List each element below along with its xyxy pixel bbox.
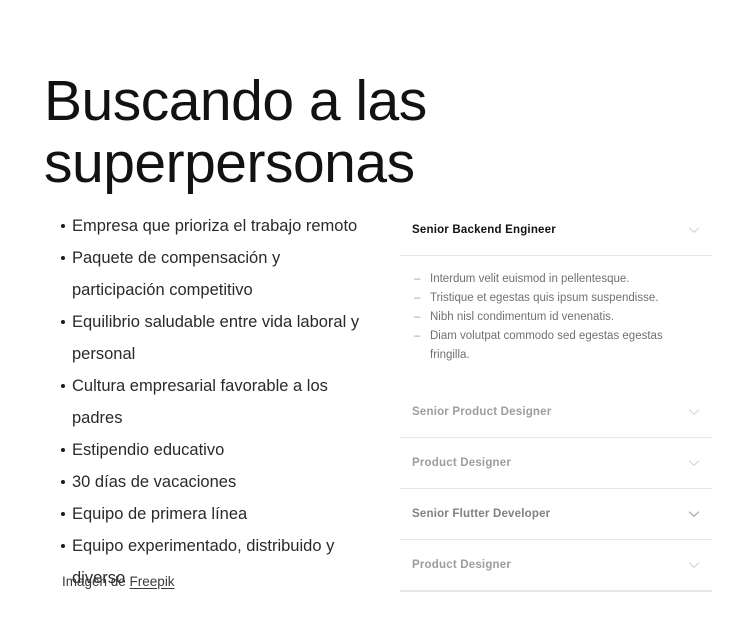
accordion-item: Product Designer — [400, 438, 712, 489]
accordion-title: Senior Backend Engineer — [412, 224, 556, 236]
accordion-item: Senior Product Designer — [400, 387, 712, 438]
landing-page: Buscando a las superpersonas Empresa que… — [0, 0, 750, 627]
accordion-body-item-label: Nibh nisl condimentum id venenatis. — [430, 311, 615, 323]
accordion-item: Senior Backend Engineer – Interdum velit e… — [400, 205, 712, 387]
dash-icon: – — [414, 273, 421, 285]
chevron-down-icon[interactable] — [686, 455, 702, 471]
accordion-item: Senior Flutter Developer — [400, 489, 712, 540]
accordion-body-item: – Nibh nisl condimentum id venenatis. — [414, 308, 702, 327]
accordion-header[interactable]: Product Designer — [400, 540, 712, 590]
accordion-body-item-label: Tristique et egestas quis ipsum suspendi… — [430, 292, 659, 304]
accordion-header[interactable]: Product Designer — [400, 438, 712, 488]
benefit-item-label: Equipo de primera línea — [72, 505, 248, 523]
image-credit-prefix: Imagen de — [62, 574, 130, 589]
benefit-item: Equilibrio saludable entre vida laboral … — [44, 306, 374, 370]
dash-icon: – — [414, 311, 421, 323]
benefits-list: Empresa que prioriza el trabajo remoto Pa… — [44, 210, 374, 594]
benefit-item-label: Cultura empresarial favorable a los padr… — [72, 377, 328, 427]
bullet-icon — [61, 224, 65, 228]
bullet-icon — [61, 448, 65, 452]
accordion-header[interactable]: Senior Product Designer — [400, 387, 712, 437]
accordion-body-item: – Interdum velit euismod in pellentesque. — [414, 270, 702, 289]
benefit-item: 30 días de vacaciones — [44, 466, 374, 498]
accordion-header[interactable]: Senior Flutter Developer — [400, 489, 712, 539]
benefit-item-label: Estipendio educativo — [72, 441, 225, 459]
accordion-title: Product Designer — [412, 559, 512, 571]
benefit-item: Cultura empresarial favorable a los padr… — [44, 370, 374, 434]
benefit-item-label: Empresa que prioriza el trabajo remoto — [72, 217, 358, 235]
benefit-item: Empresa que prioriza el trabajo remoto — [44, 210, 374, 242]
benefit-item: Paquete de compensación y participación … — [44, 242, 374, 306]
bullet-icon — [61, 512, 65, 516]
accordion-divider — [400, 590, 712, 591]
accordion-title: Senior Product Designer — [412, 406, 552, 418]
accordion-title: Senior Flutter Developer — [412, 508, 551, 520]
accordion-body: – Interdum velit euismod in pellentesque.… — [400, 256, 712, 387]
freepik-link[interactable]: Freepik — [130, 574, 175, 589]
dash-icon: – — [414, 330, 421, 342]
dash-icon: – — [414, 292, 421, 304]
benefit-item-label: Paquete de compensación y participación … — [72, 249, 281, 299]
chevron-down-icon[interactable] — [686, 506, 702, 522]
accordion-body-item-label: Interdum velit euismod in pellentesque. — [430, 273, 630, 285]
chevron-down-icon[interactable] — [686, 222, 702, 238]
accordion-body-item: – Diam volutpat commodo sed egestas egest… — [414, 327, 702, 365]
accordion-header[interactable]: Senior Backend Engineer — [400, 205, 712, 255]
benefit-item: Equipo de primera línea — [44, 498, 374, 530]
bullet-icon — [61, 544, 65, 548]
job-openings-accordion: Senior Backend Engineer – Interdum velit e… — [400, 205, 712, 592]
benefit-item: Estipendio educativo — [44, 434, 374, 466]
chevron-down-icon[interactable] — [686, 557, 702, 573]
accordion-title: Product Designer — [412, 457, 512, 469]
accordion-item: Product Designer — [400, 540, 712, 591]
accordion-body-item-label: Diam volutpat commodo sed egestas egesta… — [430, 330, 663, 361]
accordion-body-item: – Tristique et egestas quis ipsum suspend… — [414, 289, 702, 308]
accordion-divider — [400, 591, 712, 592]
benefit-item-label: Equilibrio saludable entre vida laboral … — [72, 313, 360, 363]
page-title: Buscando a las superpersonas — [44, 69, 427, 196]
image-credit: Imagen de Freepik — [62, 573, 175, 591]
bullet-icon — [61, 384, 65, 388]
bullet-icon — [61, 320, 65, 324]
bullet-icon — [61, 256, 65, 260]
bullet-icon — [61, 480, 65, 484]
benefit-item-label: 30 días de vacaciones — [72, 473, 237, 491]
accordion-body-list: – Interdum velit euismod in pellentesque.… — [414, 270, 702, 365]
chevron-down-icon[interactable] — [686, 404, 702, 420]
